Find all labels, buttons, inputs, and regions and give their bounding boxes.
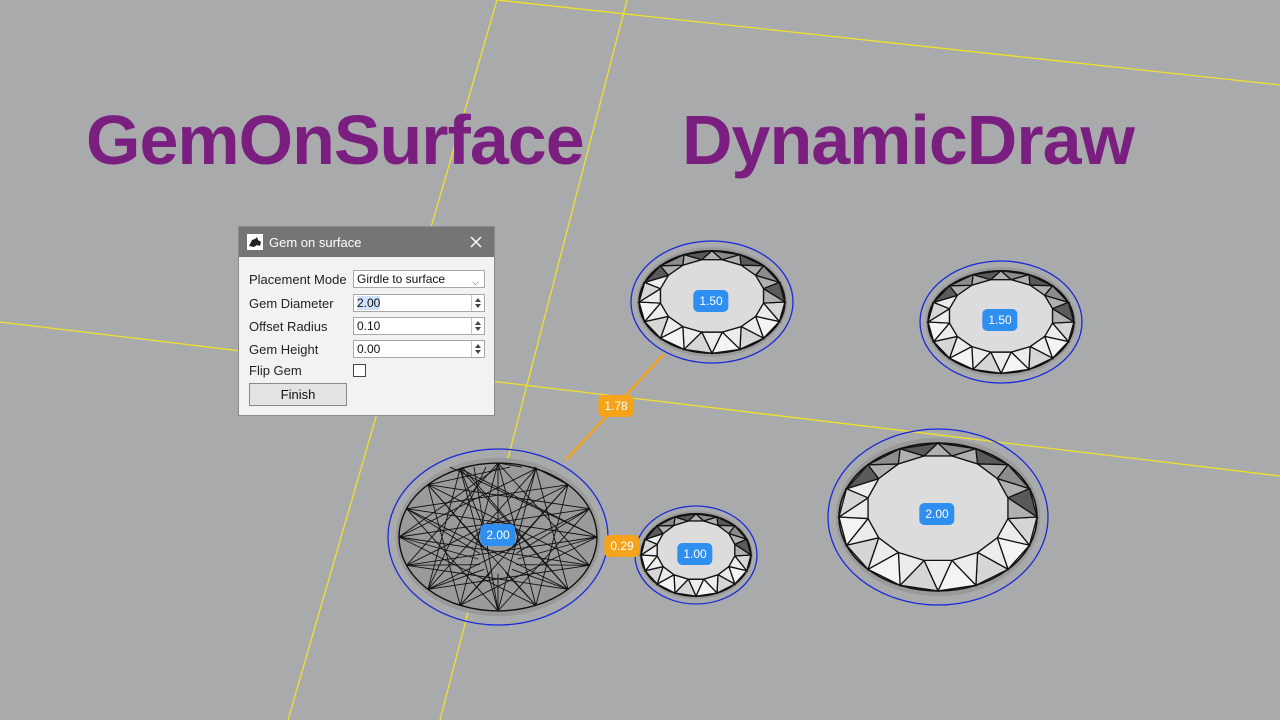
gem-size-tag: 1.50 xyxy=(982,309,1018,331)
placement-mode-label: Placement Mode xyxy=(249,272,347,287)
offset-radius-input[interactable]: 0.10 xyxy=(353,317,485,335)
spin-down-icon[interactable] xyxy=(475,304,481,308)
offset-radius-label: Offset Radius xyxy=(249,319,328,334)
gem-size-tag: 1.00 xyxy=(677,543,713,565)
flip-gem-label: Flip Gem xyxy=(249,363,302,378)
gem-height-input[interactable]: 0.00 xyxy=(353,340,485,358)
spin-up-icon[interactable] xyxy=(475,344,481,348)
gem-height-label: Gem Height xyxy=(249,342,319,357)
distance-tag: 0.29 xyxy=(604,535,640,557)
flip-gem-checkbox[interactable] xyxy=(353,364,366,377)
gem-diameter-input[interactable]: 2.00 xyxy=(353,294,485,312)
placement-mode-value: Girdle to surface xyxy=(357,272,446,286)
offset-radius-value: 0.10 xyxy=(357,319,381,333)
offset-radius-spinner[interactable] xyxy=(471,318,484,334)
spin-down-icon[interactable] xyxy=(475,327,481,331)
gem-size-tag: 2.00 xyxy=(919,503,955,525)
headline-gemonsurface: GemOnSurface xyxy=(86,101,585,179)
spin-down-icon[interactable] xyxy=(475,350,481,354)
headline-dynamicdraw: DynamicDraw xyxy=(682,101,1135,179)
spin-up-icon[interactable] xyxy=(475,321,481,325)
spin-up-icon[interactable] xyxy=(475,298,481,302)
finish-button[interactable]: Finish xyxy=(249,383,347,406)
gem-diameter-spinner[interactable] xyxy=(471,295,484,311)
dialog-titlebar[interactable]: Gem on surface xyxy=(239,227,494,257)
gem-diameter-value: 2.00 xyxy=(357,296,381,310)
gem-size-tag: 2.00 xyxy=(480,524,516,546)
distance-tag: 1.78 xyxy=(598,395,634,417)
gem-size-tag: 1.50 xyxy=(693,290,729,312)
rhino-viewport[interactable]: GemOnSurface DynamicDraw 2.00 1.50 1.50 … xyxy=(0,0,1280,720)
gem-on-surface-dialog: Gem on surface Placement Mode Girdle to … xyxy=(238,226,495,416)
gem-diameter-label: Gem Diameter xyxy=(249,296,334,311)
close-icon[interactable] xyxy=(468,234,484,250)
gem-height-spinner[interactable] xyxy=(471,341,484,357)
rhino-icon xyxy=(247,234,263,250)
placement-mode-select[interactable]: Girdle to surface ⌵ xyxy=(353,270,485,288)
gem-height-value: 0.00 xyxy=(357,342,381,356)
chevron-down-icon: ⌵ xyxy=(472,277,479,287)
dialog-title: Gem on surface xyxy=(269,234,362,250)
